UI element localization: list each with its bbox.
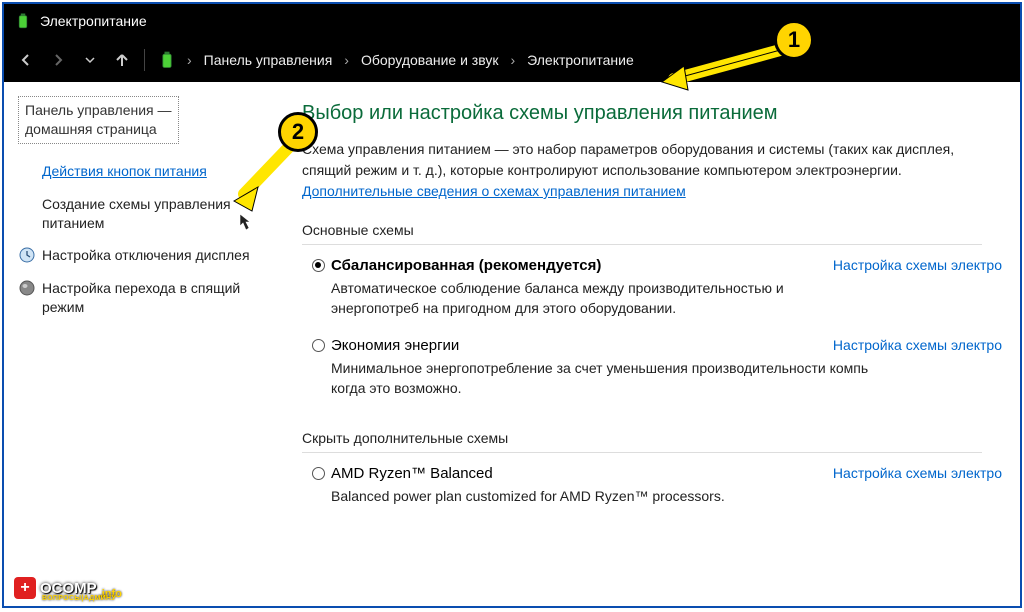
battery-icon — [157, 50, 177, 70]
clock-icon — [18, 246, 36, 264]
plans-help-link[interactable]: Дополнительные сведения о схемах управле… — [302, 183, 686, 199]
configure-plan-link[interactable]: Настройка схемы электро — [813, 465, 1002, 481]
watermark-ocomp: + OCOMP.info ВОПРОСЫ|АДМИНУ — [14, 576, 122, 600]
sphere-icon — [18, 279, 36, 297]
navbar: › Панель управления › Оборудование и зву… — [4, 38, 1020, 82]
extra-plans-label[interactable]: Скрыть дополнительные схемы — [302, 430, 1020, 446]
breadcrumb-power[interactable]: Электропитание — [521, 48, 640, 72]
control-panel-home-link[interactable]: Панель управления — домашняя страница — [18, 96, 179, 144]
sidebar-link-label: Действия кнопок питания — [42, 162, 207, 181]
breadcrumb-hardware-sound[interactable]: Оборудование и звук — [355, 48, 505, 72]
sidebar-link-label: Настройка отключения дисплея — [42, 246, 250, 265]
plan-desc: Минимальное энергопотребление за счет ум… — [331, 358, 871, 399]
sidebar-link-sleep[interactable]: Настройка перехода в спящий режим — [18, 279, 264, 317]
back-button[interactable] — [12, 46, 40, 74]
page-heading: Выбор или настройка схемы управления пит… — [302, 102, 1020, 125]
page-description: Схема управления питанием — это набор па… — [302, 139, 1002, 202]
breadcrumb-control-panel[interactable]: Панель управления — [198, 48, 339, 72]
plan-name[interactable]: Сбалансированная (рекомендуется) — [331, 257, 601, 274]
radio-powersaver[interactable] — [312, 339, 325, 352]
annotation-arrow-1 — [654, 44, 794, 94]
chevron-right-icon: › — [508, 52, 517, 68]
up-button[interactable] — [108, 46, 136, 74]
divider — [302, 244, 982, 245]
brand-name: OCOMP — [40, 580, 97, 597]
desc-text: Схема управления питанием — это набор па… — [302, 141, 954, 178]
divider — [144, 49, 145, 71]
plan-desc: Balanced power plan customized for AMD R… — [331, 486, 871, 506]
home-line1: Панель управления — — [25, 101, 172, 120]
plan-name[interactable]: Экономия энергии — [331, 337, 459, 354]
sidebar-link-display-off[interactable]: Настройка отключения дисплея — [18, 246, 264, 265]
chevron-right-icon: › — [185, 52, 194, 68]
power-plan-powersaver: Экономия энергии Настройка схемы электро… — [302, 337, 1002, 399]
chevron-right-icon: › — [342, 52, 351, 68]
radio-balanced[interactable] — [312, 259, 325, 272]
radio-amd-ryzen[interactable] — [312, 467, 325, 480]
window-titlebar: Электропитание — [4, 4, 1020, 38]
plus-icon: + — [14, 577, 36, 599]
power-plan-amd-ryzen: AMD Ryzen™ Balanced Настройка схемы элек… — [302, 465, 1002, 506]
battery-icon — [14, 12, 32, 30]
recent-dropdown[interactable] — [76, 46, 104, 74]
divider — [302, 452, 982, 453]
configure-plan-link[interactable]: Настройка схемы электро — [813, 337, 1002, 353]
configure-plan-link[interactable]: Настройка схемы электро — [813, 257, 1002, 273]
plan-desc: Автоматическое соблюдение баланса между … — [331, 278, 871, 319]
home-line2: домашняя страница — [25, 120, 172, 139]
cursor-pointer-icon — [236, 212, 254, 234]
brand-sub: ВОПРОСЫ|АДМИНУ — [42, 595, 116, 602]
forward-button[interactable] — [44, 46, 72, 74]
blank-icon — [18, 195, 36, 213]
annotation-marker-2: 2 — [278, 112, 318, 152]
plan-name[interactable]: AMD Ryzen™ Balanced — [331, 465, 493, 482]
window-title: Электропитание — [40, 13, 147, 29]
power-plan-balanced: Сбалансированная (рекомендуется) Настрой… — [302, 257, 1002, 319]
main-panel: Выбор или настройка схемы управления пит… — [274, 82, 1020, 606]
basic-plans-label: Основные схемы — [302, 222, 1020, 238]
sidebar-link-label: Настройка перехода в спящий режим — [42, 279, 264, 317]
annotation-marker-1: 1 — [774, 20, 814, 60]
blank-icon — [18, 162, 36, 180]
